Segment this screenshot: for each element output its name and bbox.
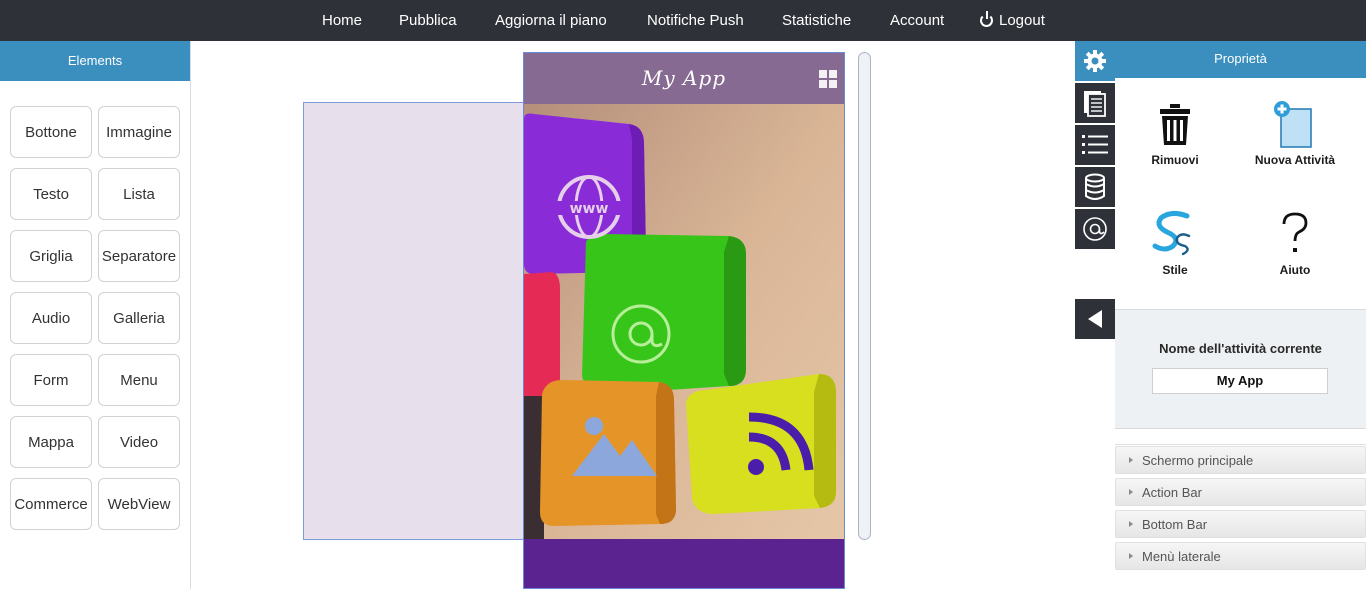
element-separatore[interactable]: Separatore <box>98 230 180 282</box>
current-activity-field[interactable]: My App <box>1152 368 1328 394</box>
top-navigation: Home Pubblica Aggiorna il piano Notifich… <box>0 0 1366 41</box>
current-activity-section: Nome dell'attività corrente My App <box>1115 309 1366 429</box>
drag-ghost-panel <box>303 102 524 540</box>
element-testo[interactable]: Testo <box>10 168 92 220</box>
remove-label: Rimuovi <box>1151 153 1199 167</box>
element-griglia[interactable]: Griglia <box>10 230 92 282</box>
phone-action-bar[interactable]: My App <box>524 53 844 104</box>
gear-icon <box>1084 50 1106 72</box>
help-label: Aiuto <box>1279 263 1311 277</box>
side-tabs <box>1075 41 1115 251</box>
triangle-left-icon <box>1088 310 1102 328</box>
element-lista[interactable]: Lista <box>98 168 180 220</box>
settings-accordion: Schermo principale Action Bar Bottom Bar… <box>1115 446 1366 574</box>
www-glyph: www <box>570 201 609 217</box>
accordion-action-bar[interactable]: Action Bar <box>1115 478 1366 506</box>
current-activity-label: Nome dell'attività corrente <box>1159 341 1322 356</box>
tab-list[interactable] <box>1075 125 1115 165</box>
database-icon <box>1085 173 1105 200</box>
accordion-divider <box>1115 444 1366 445</box>
properties-actions: Rimuovi Nuova Attività Stile Aiuto <box>1115 78 1366 308</box>
nav-pubblica[interactable]: Pubblica <box>399 0 457 41</box>
nav-notifiche-push[interactable]: Notifiche Push <box>647 0 744 41</box>
tab-properties[interactable] <box>1075 41 1115 81</box>
new-activity-button[interactable]: Nuova Attività <box>1235 98 1355 188</box>
elements-panel-title: Elements <box>0 41 190 81</box>
style-button[interactable]: Stile <box>1115 208 1235 298</box>
phone-preview[interactable]: My App www <box>523 52 845 589</box>
logout-label: Logout <box>999 12 1045 29</box>
help-button[interactable]: Aiuto <box>1235 208 1355 298</box>
list-icon <box>1082 135 1108 154</box>
element-galleria[interactable]: Galleria <box>98 292 180 344</box>
pages-icon <box>1084 91 1106 117</box>
element-webview[interactable]: WebView <box>98 478 180 530</box>
tab-database[interactable] <box>1075 167 1115 207</box>
accordion-schermo-principale[interactable]: Schermo principale <box>1115 446 1366 474</box>
new-activity-label: Nuova Attività <box>1254 153 1336 167</box>
trash-icon <box>1160 104 1190 145</box>
collapse-panel-button[interactable] <box>1075 299 1115 339</box>
grid-icon[interactable] <box>819 70 837 88</box>
element-menu[interactable]: Menu <box>98 354 180 406</box>
remove-button[interactable]: Rimuovi <box>1115 98 1235 188</box>
accordion-bottom-bar[interactable]: Bottom Bar <box>1115 510 1366 538</box>
element-immagine[interactable]: Immagine <box>98 106 180 158</box>
style-icon <box>1152 210 1191 256</box>
tab-pages[interactable] <box>1075 83 1115 123</box>
accordion-menu-laterale[interactable]: Menù laterale <box>1115 542 1366 570</box>
element-bottone[interactable]: Bottone <box>10 106 92 158</box>
cubes-image[interactable]: www <box>524 104 844 539</box>
element-form[interactable]: Form <box>10 354 92 406</box>
element-commerce[interactable]: Commerce <box>10 478 92 530</box>
style-label: Stile <box>1162 263 1188 277</box>
element-audio[interactable]: Audio <box>10 292 92 344</box>
nav-account[interactable]: Account <box>890 0 944 41</box>
tab-email[interactable] <box>1075 209 1115 249</box>
phone-app-title: My App <box>641 66 727 90</box>
elements-panel: Elements Bottone Immagine Testo Lista Gr… <box>0 41 191 589</box>
properties-title: Proprietà <box>1115 41 1366 78</box>
element-video[interactable]: Video <box>98 416 180 468</box>
cubes-illustration: www <box>524 104 844 539</box>
canvas-scrollbar[interactable] <box>858 52 871 540</box>
nav-statistiche[interactable]: Statistiche <box>782 0 851 41</box>
element-mappa[interactable]: Mappa <box>10 416 92 468</box>
nav-aggiorna-piano[interactable]: Aggiorna il piano <box>495 0 607 41</box>
nav-home[interactable]: Home <box>322 0 362 41</box>
at-icon <box>1083 217 1107 241</box>
question-icon <box>1282 212 1308 252</box>
power-icon <box>980 11 993 27</box>
new-activity-icon <box>1274 101 1312 148</box>
logout-button[interactable]: Logout <box>980 0 1045 41</box>
